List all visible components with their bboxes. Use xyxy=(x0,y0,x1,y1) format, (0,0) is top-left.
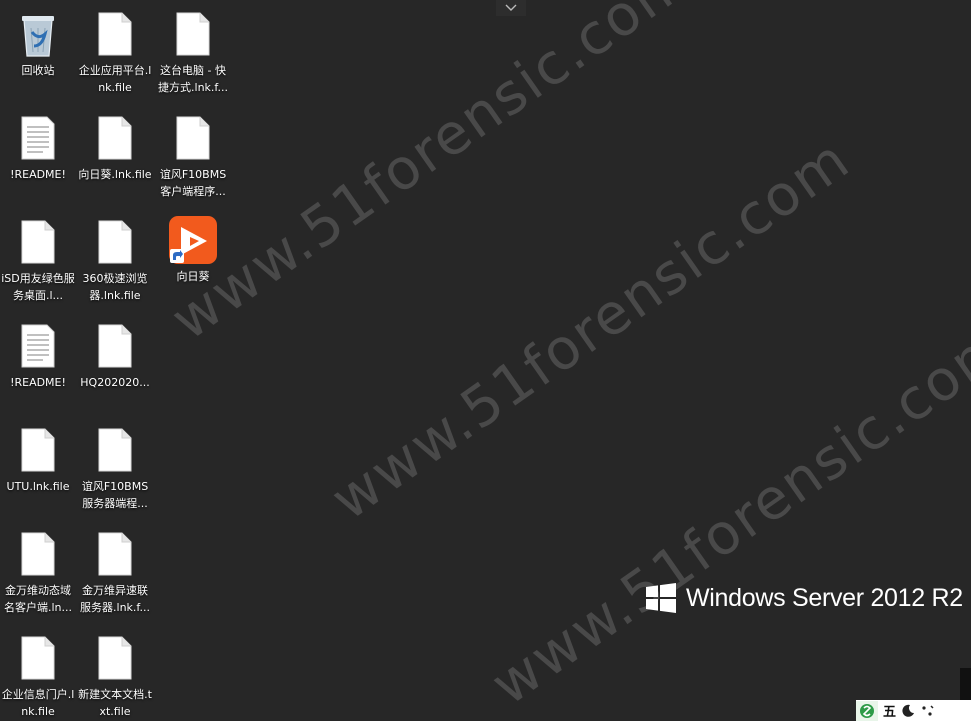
desktop-icon-label: 回收站 xyxy=(21,64,55,77)
desktop-icon-label: 金万维异速联服务器.lnk.f... xyxy=(80,584,150,614)
punctuation-icon[interactable] xyxy=(921,704,935,717)
desktop-icon-file[interactable]: iSD用友绿色服务桌面.l... xyxy=(0,212,76,312)
blank-file-icon xyxy=(167,112,219,164)
windows-version-text: Windows Server 2012 R2 xyxy=(686,583,963,612)
desktop-icon-file[interactable]: 企业信息门户.lnk.file xyxy=(0,628,76,721)
desktop-icon-label: 金万维动态域名客户端.ln... xyxy=(3,584,72,614)
ime-toolbar[interactable]: 五 xyxy=(856,700,971,721)
ime-mode-label[interactable]: 五 xyxy=(883,701,896,720)
desktop-icon-label: UTU.lnk.file xyxy=(6,480,70,493)
desktop-icon-label: 企业信息门户.lnk.file xyxy=(1,688,75,718)
show-hidden-chevron[interactable] xyxy=(496,0,526,16)
desktop-icon-label: 向日葵 xyxy=(176,270,210,283)
desktop-icon-label: HQ202020... xyxy=(80,376,150,389)
desktop-icon-label: 新建文本文档.txt.file xyxy=(78,688,152,718)
desktop-icon-label: !README! xyxy=(10,376,66,389)
desktop-icon-file[interactable]: 谊风F10BMS客户端程序... xyxy=(155,108,231,208)
blank-file-icon xyxy=(12,528,64,580)
desktop-icon-readme[interactable]: !README! xyxy=(0,108,76,208)
ime-logo-icon[interactable] xyxy=(856,700,878,721)
watermark: www.51forensic.com xyxy=(160,0,702,354)
screen-edge xyxy=(960,668,971,702)
moon-icon[interactable] xyxy=(902,704,915,717)
desktop-icon-file[interactable]: 金万维异速联服务器.lnk.f... xyxy=(77,524,153,624)
chevron-down-icon xyxy=(505,4,517,11)
desktop-icon-file[interactable]: 这台电脑 - 快捷方式.lnk.f... xyxy=(155,4,231,104)
desktop-icon-label: 360极速浏览器.lnk.file xyxy=(82,272,148,302)
text-document-icon xyxy=(12,112,64,164)
blank-file-icon xyxy=(89,320,141,372)
desktop-icon-label: !README! xyxy=(10,168,66,181)
desktop-icon-file[interactable]: 新建文本文档.txt.file xyxy=(77,628,153,721)
windows-branding: Windows Server 2012 R2 xyxy=(646,583,963,613)
desktop-icon-file[interactable]: 企业应用平台.lnk.file xyxy=(77,4,153,104)
watermark: www.51forensic.com xyxy=(320,126,862,534)
desktop-icon-file[interactable]: 向日葵.lnk.file xyxy=(77,108,153,208)
watermark: www.51forensic.com xyxy=(480,311,971,719)
blank-file-icon xyxy=(167,8,219,60)
desktop-icon-label: 谊风F10BMS客户端程序... xyxy=(159,168,227,198)
desktop-icon-sunlogin[interactable]: 向日葵 xyxy=(155,208,231,308)
desktop-icon-file[interactable]: UTU.lnk.file xyxy=(0,420,76,520)
desktop-icon-readme[interactable]: !README! xyxy=(0,316,76,416)
blank-file-icon xyxy=(89,216,141,268)
windows-logo-icon xyxy=(646,583,676,613)
desktop-icon-label: iSD用友绿色服务桌面.l... xyxy=(1,272,75,302)
desktop: www.51forensic.com www.51forensic.com ww… xyxy=(0,0,971,721)
sunlogin-app-icon xyxy=(167,214,219,266)
blank-file-icon xyxy=(12,216,64,268)
recycle-bin-icon xyxy=(12,8,64,60)
desktop-icon-label: 谊风F10BMS服务器端程... xyxy=(81,480,149,510)
blank-file-icon xyxy=(89,112,141,164)
blank-file-icon xyxy=(89,528,141,580)
desktop-icon-file[interactable]: 360极速浏览器.lnk.file xyxy=(77,212,153,312)
desktop-icon-file[interactable]: HQ202020... xyxy=(77,316,153,416)
text-document-icon xyxy=(12,320,64,372)
desktop-icon-file[interactable]: 金万维动态域名客户端.ln... xyxy=(0,524,76,624)
blank-file-icon xyxy=(89,632,141,684)
desktop-icon-label: 向日葵.lnk.file xyxy=(78,168,152,181)
desktop-icon-label: 企业应用平台.lnk.file xyxy=(78,64,152,94)
blank-file-icon xyxy=(89,424,141,476)
blank-file-icon xyxy=(89,8,141,60)
blank-file-icon xyxy=(12,632,64,684)
desktop-icon-recycle-bin[interactable]: 回收站 xyxy=(0,4,76,104)
desktop-icon-label: 这台电脑 - 快捷方式.lnk.f... xyxy=(158,64,228,94)
desktop-icon-file[interactable]: 谊风F10BMS服务器端程... xyxy=(77,420,153,520)
blank-file-icon xyxy=(12,424,64,476)
